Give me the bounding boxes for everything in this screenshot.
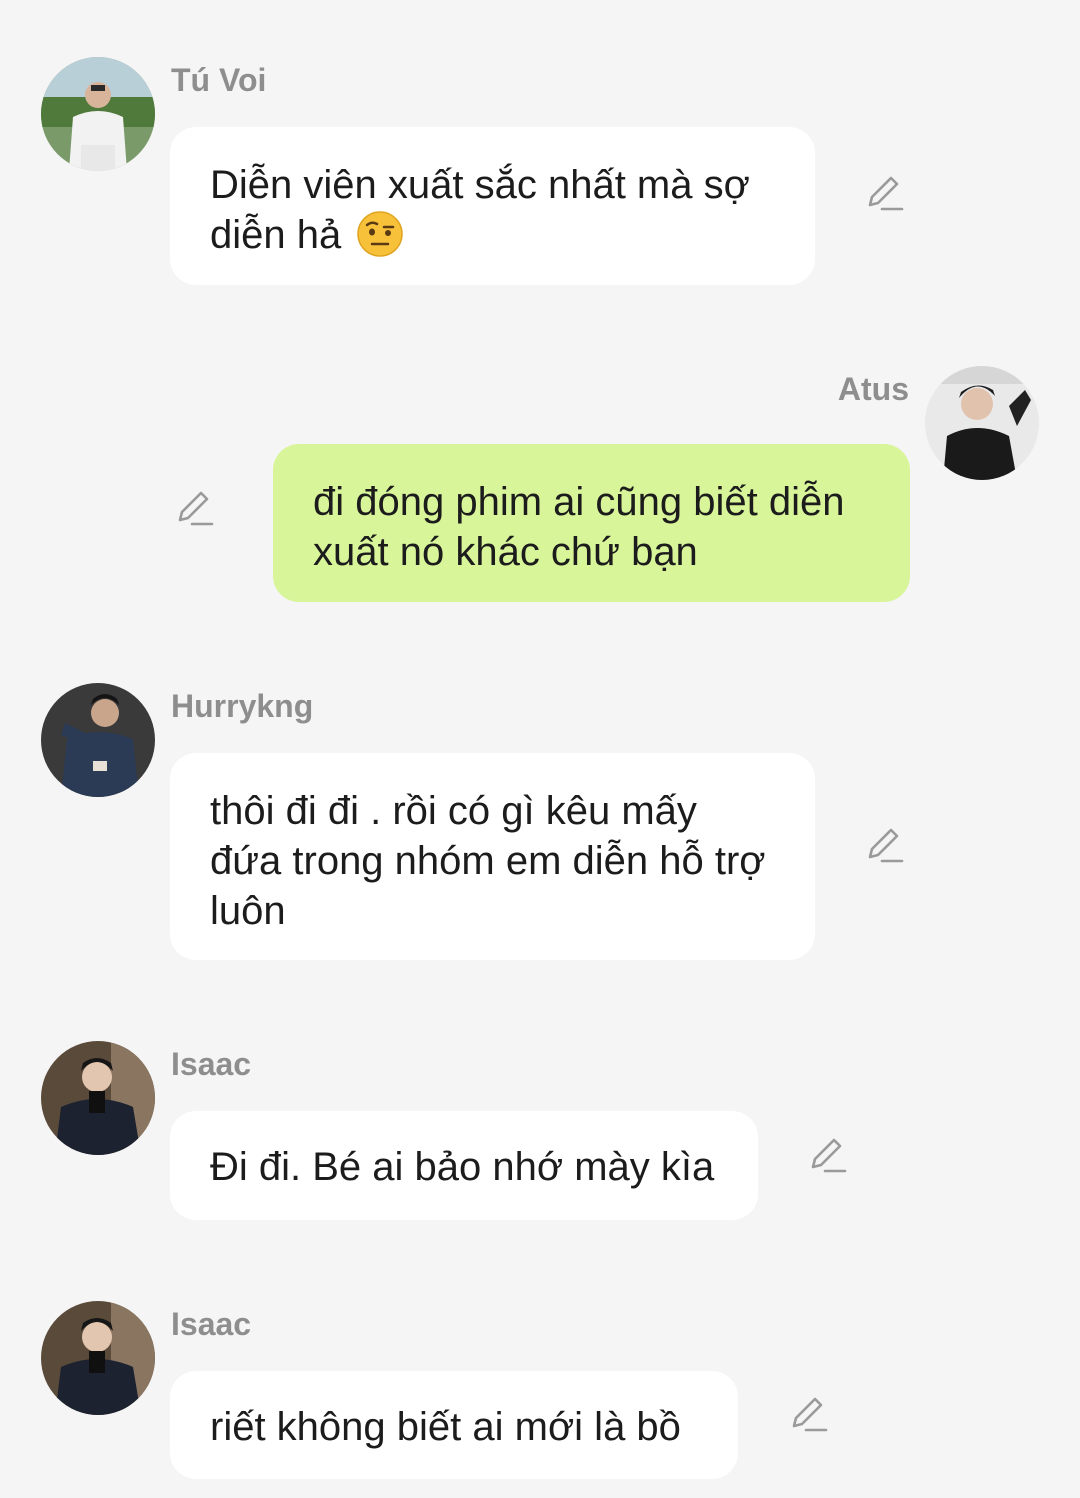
edit-button[interactable]	[788, 1392, 830, 1434]
edit-button[interactable]	[174, 486, 216, 528]
message-text: Diễn viên xuất sắc nhất mà sợ diễn hả	[210, 163, 750, 257]
avatar-photo-icon	[41, 57, 155, 171]
message-bubble[interactable]: đi đóng phim ai cũng biết diễn xuất nó k…	[273, 444, 910, 602]
message-text: riết không biết ai mới là bồ	[210, 1405, 681, 1449]
sender-name: Isaac	[171, 1306, 252, 1342]
edit-button[interactable]	[807, 1133, 849, 1175]
message-text: Đi đi. Bé ai bảo nhớ mày kìa	[210, 1145, 715, 1189]
message-bubble[interactable]: Đi đi. Bé ai bảo nhớ mày kìa	[170, 1111, 758, 1220]
avatar[interactable]	[41, 57, 155, 171]
message-text: đi đóng phim ai cũng biết diễn xuất nó k…	[313, 480, 845, 574]
avatar-photo-icon	[41, 1301, 155, 1415]
avatar[interactable]	[41, 1301, 155, 1415]
avatar-photo-icon	[41, 683, 155, 797]
sender-name: Isaac	[171, 1046, 252, 1082]
pencil-edit-icon	[792, 1397, 828, 1432]
edit-button[interactable]	[864, 823, 906, 865]
edit-button[interactable]	[864, 171, 906, 213]
message-bubble[interactable]: Diễn viên xuất sắc nhất mà sợ diễn hả	[170, 127, 815, 285]
sender-name: Hurrykng	[171, 688, 314, 724]
message-bubble[interactable]: riết không biết ai mới là bồ	[170, 1371, 738, 1479]
pencil-edit-icon	[868, 828, 904, 863]
sender-name: Tú Voi	[171, 62, 267, 98]
pencil-edit-icon	[868, 176, 904, 211]
pencil-edit-icon	[178, 491, 214, 526]
pencil-edit-icon	[811, 1138, 847, 1173]
avatar-photo-icon	[41, 1041, 155, 1155]
avatar[interactable]	[41, 683, 155, 797]
avatar[interactable]	[925, 366, 1039, 480]
message-bubble[interactable]: thôi đi đi . rồi có gì kêu mấy đứa trong…	[170, 753, 815, 960]
sender-name: Atus	[837, 371, 909, 407]
message-text: thôi đi đi . rồi có gì kêu mấy đứa trong…	[210, 789, 766, 933]
avatar[interactable]	[41, 1041, 155, 1155]
avatar-photo-icon	[925, 366, 1039, 480]
raised-eyebrow-emoji-icon	[357, 211, 404, 257]
